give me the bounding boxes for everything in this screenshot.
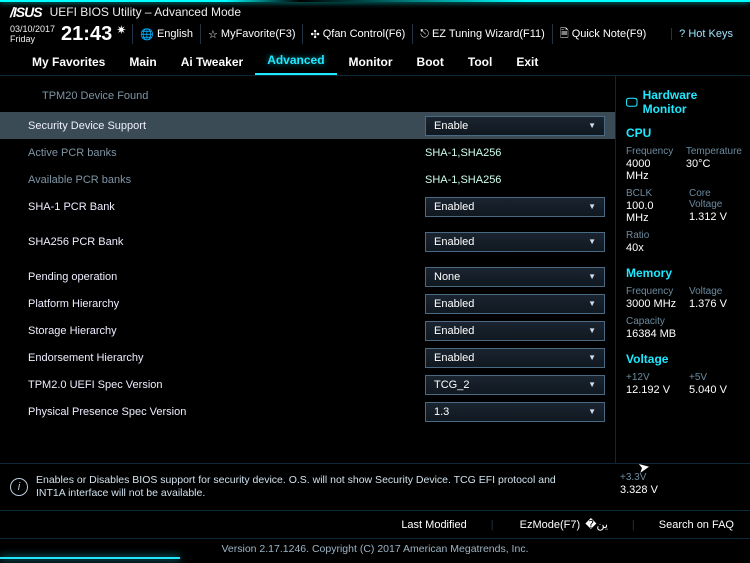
tab-boot[interactable]: Boot xyxy=(405,49,456,75)
hw-pair: Frequency3000 MHzVoltage1.376 V xyxy=(626,286,742,316)
hw-pair: Ratio40x xyxy=(626,230,742,260)
globe-icon: 🌐 xyxy=(140,28,154,41)
clock: 21:43 xyxy=(61,23,112,46)
ez-mode-button[interactable]: EzMode(F7) �ین xyxy=(516,518,610,531)
setting-label: Storage Hierarchy xyxy=(28,325,425,337)
hw-group-cpu: CPU xyxy=(626,126,742,140)
setting-row: Physical Presence Spec Version1.3▼ xyxy=(28,398,605,425)
toolbar-icon-2: ⎋ xyxy=(420,28,429,41)
setting-select[interactable]: Enabled▼ xyxy=(425,197,605,217)
search-faq-button[interactable]: Search on FAQ xyxy=(657,519,736,531)
hardware-monitor-panel: 🖵Hardware Monitor CPU Frequency4000 MHzTe… xyxy=(615,76,750,463)
setting-row: SHA256 PCR BankEnabled▼ xyxy=(28,228,605,255)
keyboard-icon: ? xyxy=(679,28,685,40)
tab-main[interactable]: Main xyxy=(117,49,168,75)
setting-select[interactable]: Enabled▼ xyxy=(425,348,605,368)
setting-row: SHA-1 PCR BankEnabled▼ xyxy=(28,193,605,220)
tpm-found-notice: TPM20 Device Found xyxy=(28,84,605,112)
info-icon: i xyxy=(10,478,28,496)
content-panel: TPM20 Device Found Security Device Suppo… xyxy=(0,76,615,463)
setting-row: Storage HierarchyEnabled▼ xyxy=(28,317,605,344)
setting-select[interactable]: Enabled▼ xyxy=(425,321,605,341)
language-button[interactable]: 🌐English xyxy=(132,24,200,44)
hw-pair: +12V12.192 V+5V5.040 V xyxy=(626,372,742,402)
toolbar-icon-1: ✣ xyxy=(310,28,319,41)
setting-row: Endorsement HierarchyEnabled▼ xyxy=(28,344,605,371)
setting-label: Physical Presence Spec Version xyxy=(28,406,425,418)
day: Friday xyxy=(10,34,55,44)
tab-my-favorites[interactable]: My Favorites xyxy=(20,49,117,75)
monitor-icon: 🖵 xyxy=(626,95,638,110)
setting-row: Available PCR banksSHA-1,SHA256 xyxy=(28,166,605,193)
chevron-down-icon: ▼ xyxy=(588,380,596,389)
setting-select[interactable]: None▼ xyxy=(425,267,605,287)
setting-label: TPM2.0 UEFI Spec Version xyxy=(28,379,425,391)
setting-label: Active PCR banks xyxy=(28,147,425,159)
chevron-down-icon: ▼ xyxy=(588,299,596,308)
setting-label: Endorsement Hierarchy xyxy=(28,352,425,364)
setting-row: TPM2.0 UEFI Spec VersionTCG_2▼ xyxy=(28,371,605,398)
setting-row: Security Device SupportEnable▼ xyxy=(0,112,615,139)
tab-ai-tweaker[interactable]: Ai Tweaker xyxy=(169,49,255,75)
toolbar-button-0[interactable]: ☆MyFavorite(F3) xyxy=(200,24,302,44)
voltage-extra: +3.3V 3.328 V xyxy=(620,472,740,502)
asus-logo: /ISUS xyxy=(10,4,42,20)
info-row: 03/10/2017 Friday 21:43 ✷ 🌐English ☆MyFa… xyxy=(0,20,750,48)
footer-version: Version 2.17.1246. Copyright (C) 2017 Am… xyxy=(0,539,750,559)
setting-select[interactable]: 1.3▼ xyxy=(425,402,605,422)
setting-select[interactable]: Enabled▼ xyxy=(425,232,605,252)
v33-value: 3.328 V xyxy=(620,484,740,496)
chevron-down-icon: ▼ xyxy=(588,202,596,211)
setting-row: Platform HierarchyEnabled▼ xyxy=(28,290,605,317)
toolbar-icon-0: ☆ xyxy=(208,28,218,41)
setting-select[interactable]: Enabled▼ xyxy=(425,294,605,314)
bottom-accent-line xyxy=(0,557,180,559)
tab-tool[interactable]: Tool xyxy=(456,49,504,75)
footer-actions: Last Modified| EzMode(F7) �ین| Search on… xyxy=(0,511,750,539)
setting-select[interactable]: TCG_2▼ xyxy=(425,375,605,395)
hot-keys-button[interactable]: ? Hot Keys xyxy=(671,28,740,40)
chevron-down-icon: ▼ xyxy=(588,237,596,246)
hw-pair: Frequency4000 MHzTemperature30°C xyxy=(626,146,742,188)
hw-group-memory: Memory xyxy=(626,266,742,280)
hw-pair: Capacity16384 MB xyxy=(626,316,742,346)
help-strip: i Enables or Disables BIOS support for s… xyxy=(0,463,750,511)
setting-label: SHA256 PCR Bank xyxy=(28,236,425,248)
v33-label: +3.3V xyxy=(620,472,740,483)
setting-value: SHA-1,SHA256 xyxy=(425,174,605,186)
setting-label: SHA-1 PCR Bank xyxy=(28,201,425,213)
toolbar-button-3[interactable]: 🗎Quick Note(F9) xyxy=(552,24,653,44)
chevron-down-icon: ▼ xyxy=(588,272,596,281)
setting-label: Pending operation xyxy=(28,271,425,283)
chevron-down-icon: ▼ xyxy=(588,407,596,416)
help-text: Enables or Disables BIOS support for sec… xyxy=(36,474,576,500)
gear-icon[interactable]: ✷ xyxy=(116,23,126,37)
tab-exit[interactable]: Exit xyxy=(504,49,550,75)
hw-pair: BCLK100.0 MHzCore Voltage1.312 V xyxy=(626,188,742,230)
chevron-down-icon: ▼ xyxy=(588,353,596,362)
chevron-down-icon: ▼ xyxy=(588,121,596,130)
setting-label: Platform Hierarchy xyxy=(28,298,425,310)
nav-tabs: My FavoritesMainAi TweakerAdvancedMonito… xyxy=(0,48,750,76)
date: 03/10/2017 xyxy=(10,24,55,34)
setting-label: Available PCR banks xyxy=(28,174,425,186)
hw-monitor-header: 🖵Hardware Monitor xyxy=(626,88,742,120)
last-modified-button[interactable]: Last Modified xyxy=(399,519,468,531)
toolbar-button-2[interactable]: ⎋EZ Tuning Wizard(F11) xyxy=(412,24,552,44)
hw-group-voltage: Voltage xyxy=(626,352,742,366)
toolbar-icon-3: 🗎 xyxy=(560,25,569,44)
tab-monitor[interactable]: Monitor xyxy=(337,49,405,75)
toolbar-button-1[interactable]: ✣Qfan Control(F6) xyxy=(302,24,412,44)
setting-row: Active PCR banksSHA-1,SHA256 xyxy=(28,139,605,166)
app-title: UEFI BIOS Utility – Advanced Mode xyxy=(50,5,241,19)
setting-row: Pending operationNone▼ xyxy=(28,263,605,290)
date-block: 03/10/2017 Friday xyxy=(10,24,55,44)
header: /ISUS UEFI BIOS Utility – Advanced Mode xyxy=(0,2,750,20)
setting-label: Security Device Support xyxy=(28,120,425,132)
chevron-down-icon: ▼ xyxy=(588,326,596,335)
setting-select[interactable]: Enable▼ xyxy=(425,116,605,136)
tab-advanced[interactable]: Advanced xyxy=(255,47,336,75)
setting-value: SHA-1,SHA256 xyxy=(425,147,605,159)
